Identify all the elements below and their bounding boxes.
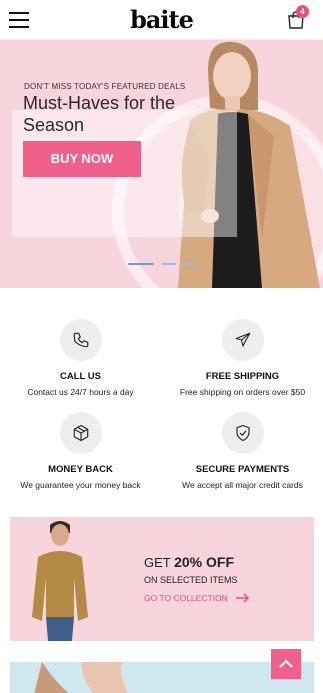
arrow-right-icon xyxy=(235,593,249,603)
feature-title: CALL US xyxy=(60,371,101,382)
promo-headline: GET 20% OFF xyxy=(144,554,234,570)
shield-check-icon xyxy=(221,412,264,454)
box-icon xyxy=(59,412,102,454)
banner2-model-image xyxy=(34,662,128,693)
hero-eyebrow: DON'T MISS TODAY'S FEATURED DEALS xyxy=(24,82,186,91)
feature-call-us: CALL US Contact us 24/7 hours a day xyxy=(0,319,161,397)
feature-desc: We guarantee your money back xyxy=(20,480,141,490)
site-logo[interactable]: baite xyxy=(0,5,323,34)
promo-link-label: GO TO COLLECTION xyxy=(144,593,228,603)
phone-icon xyxy=(59,319,102,361)
feature-title: MONEY BACK xyxy=(48,464,113,475)
promo-subtitle: ON SELECTED ITEMS xyxy=(144,575,238,585)
slider-dot-1[interactable] xyxy=(128,263,154,265)
feature-title: SECURE PAYMENTS xyxy=(195,464,290,475)
promo-discount: 20% OFF xyxy=(174,554,235,570)
feature-title: FREE SHIPPING xyxy=(205,371,280,382)
feature-desc: We accept all major credit cards xyxy=(182,480,303,490)
chevron-up-icon xyxy=(279,659,293,668)
buy-now-button[interactable]: BUY NOW xyxy=(23,141,141,177)
slider-dot-3[interactable] xyxy=(182,263,196,265)
feature-desc: Contact us 24/7 hours a day xyxy=(27,387,134,397)
promo-get-prefix: GET xyxy=(144,555,175,570)
promo-model-image xyxy=(32,521,88,641)
site-header: baite 4 xyxy=(0,0,323,40)
features-section: CALL US Contact us 24/7 hours a day FREE… xyxy=(0,288,323,498)
secondary-banner[interactable] xyxy=(10,662,314,693)
slider-dot-2[interactable] xyxy=(162,263,176,265)
airplane-icon xyxy=(221,319,264,361)
feature-desc: Free shipping on orders over $50 xyxy=(179,387,306,397)
feature-secure-payments: SECURE PAYMENTS We accept all major cred… xyxy=(162,412,323,490)
hero-title: Must-Haves for the Season xyxy=(23,93,176,135)
promo-banner[interactable]: GET 20% OFF ON SELECTED ITEMS GO TO COLL… xyxy=(10,517,314,641)
cart-count-badge: 4 xyxy=(296,5,309,18)
feature-free-shipping: FREE SHIPPING Free shipping on orders ov… xyxy=(162,319,323,397)
go-to-collection-link[interactable]: GO TO COLLECTION xyxy=(144,593,250,603)
feature-money-back: MONEY BACK We guarantee your money back xyxy=(0,412,161,490)
scroll-to-top-button[interactable] xyxy=(271,649,301,679)
